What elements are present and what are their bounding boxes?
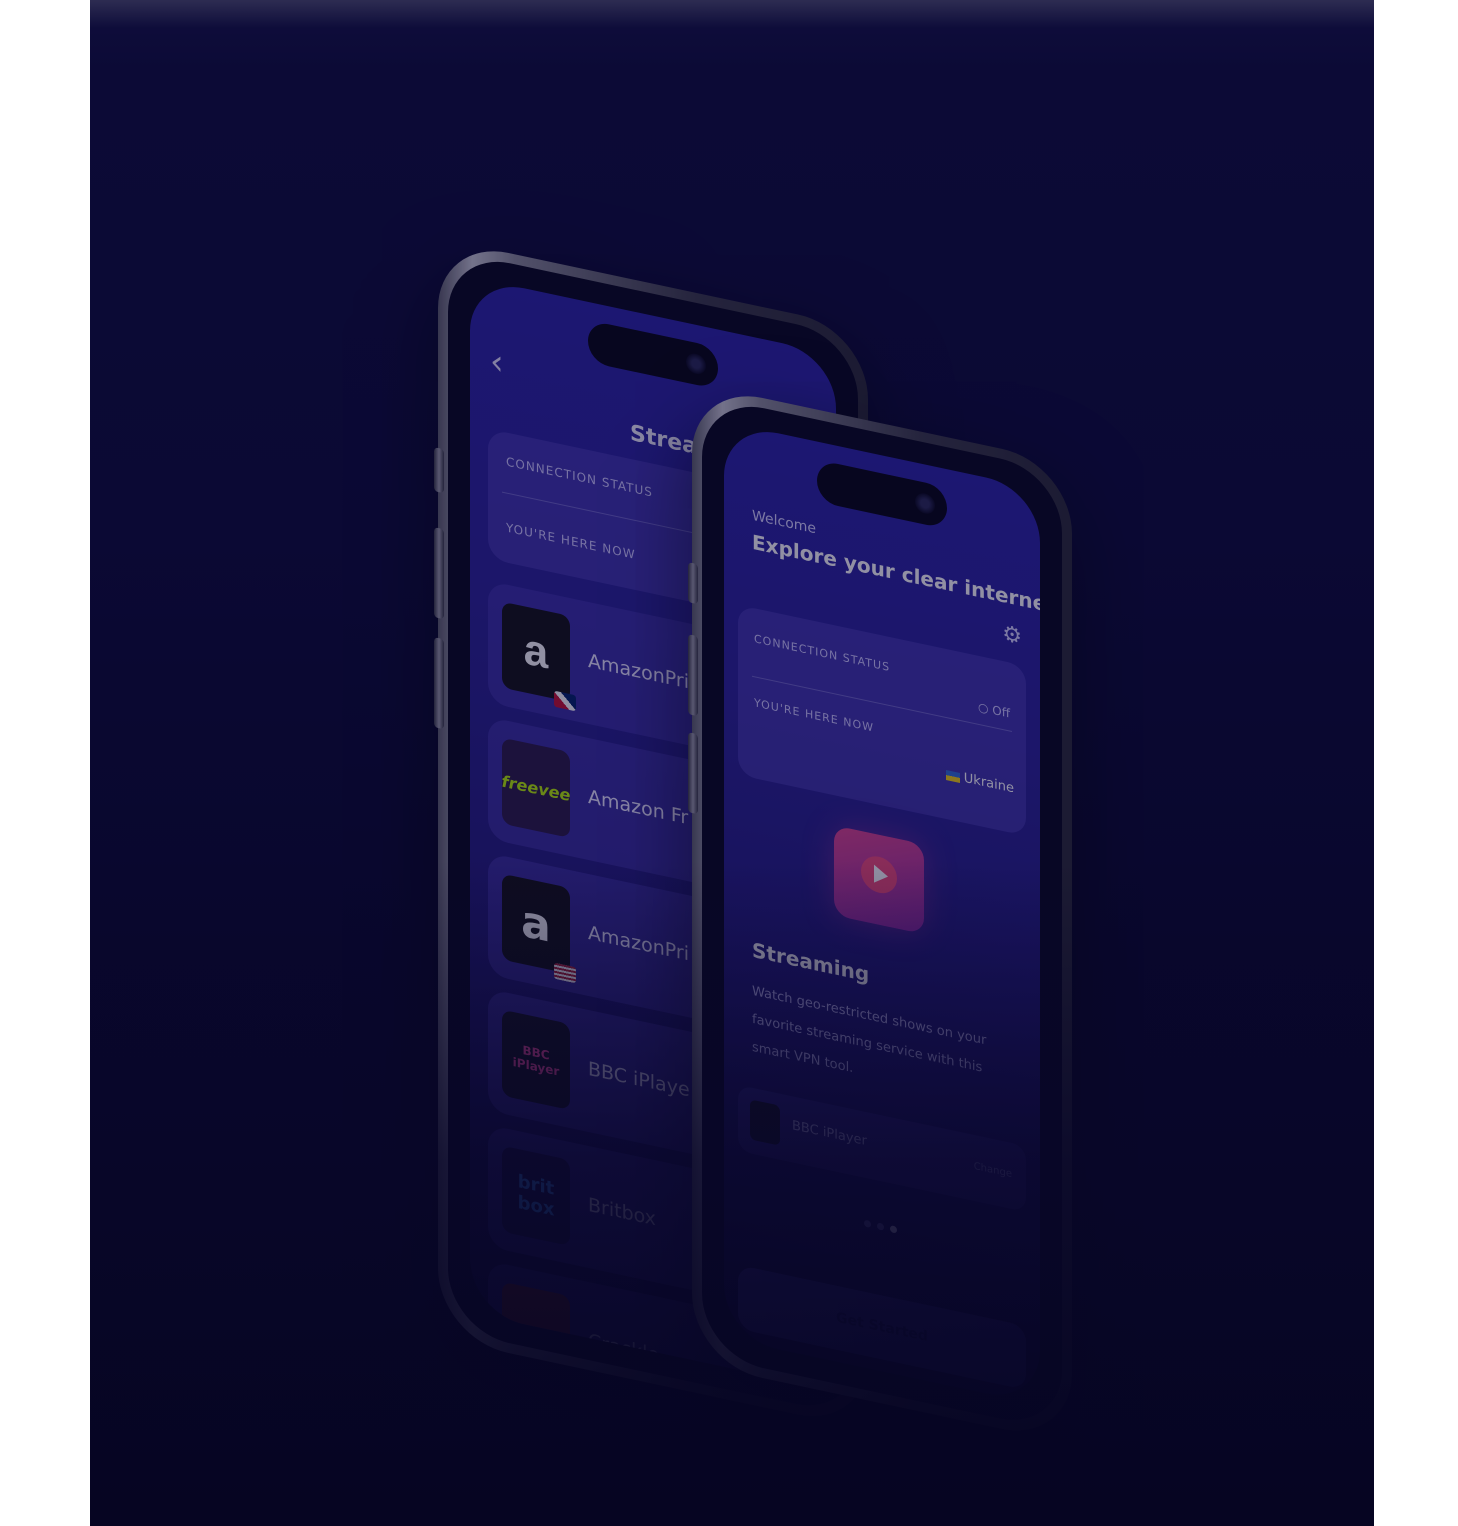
connection-status-label: Connection status bbox=[506, 454, 653, 500]
service-label: AmazonPri bbox=[588, 649, 690, 694]
uk-flag-icon bbox=[554, 690, 576, 712]
ukraine-flag-icon bbox=[945, 769, 960, 783]
location-value: Ukraine bbox=[945, 767, 1014, 797]
selected-service-label: BBC iPlayer bbox=[792, 1118, 867, 1150]
us-flag-icon bbox=[554, 962, 576, 984]
streaming-icon bbox=[834, 825, 924, 935]
phone-button bbox=[434, 637, 444, 730]
pager-dot[interactable] bbox=[890, 1225, 897, 1234]
amazon-logo-icon: a bbox=[502, 601, 576, 712]
location-label: You're here now bbox=[506, 520, 636, 562]
phone-button bbox=[434, 447, 444, 494]
play-icon bbox=[861, 852, 897, 897]
connection-card: Connection status ○ Off You're here now … bbox=[738, 604, 1026, 836]
bbc-iplayer-logo-icon bbox=[750, 1099, 780, 1146]
back-arrow-icon[interactable]: ‹ bbox=[490, 341, 504, 384]
hero-canvas: ‹ Streami Connection status You're here … bbox=[90, 0, 1374, 1526]
phone-front-screen: Welcome Explore your clear internet ⚙ Co… bbox=[724, 421, 1040, 1405]
phone-bezel: Welcome Explore your clear internet ⚙ Co… bbox=[702, 395, 1062, 1432]
bbc-iplayer-logo-icon: BBC iPlayer bbox=[502, 1009, 570, 1111]
top-noise bbox=[90, 0, 1374, 70]
connection-status-label: Connection status bbox=[754, 632, 891, 675]
pager-dot[interactable] bbox=[877, 1222, 884, 1231]
phone-button bbox=[688, 732, 698, 815]
phone-button bbox=[688, 634, 698, 717]
change-button[interactable]: Change bbox=[974, 1161, 1012, 1180]
service-label: Crackle bbox=[588, 1329, 660, 1368]
phone-front: Welcome Explore your clear internet ⚙ Co… bbox=[688, 383, 1072, 1444]
britbox-logo-icon: brit box bbox=[502, 1145, 570, 1247]
headline: Explore your clear internet bbox=[752, 529, 1040, 619]
service-label: Amazon Fr bbox=[588, 785, 689, 830]
service-label: AmazonPri bbox=[588, 921, 690, 966]
logo-text: brit box bbox=[517, 1170, 555, 1221]
logo-text: a bbox=[523, 624, 549, 679]
phone-button bbox=[434, 527, 444, 620]
location-value-text: Ukraine bbox=[963, 770, 1014, 797]
crackle-logo-icon bbox=[502, 1281, 570, 1383]
connection-value: ○ Off bbox=[978, 700, 1010, 721]
service-label: BBC iPlaye bbox=[588, 1057, 690, 1102]
logo-text: BBC iPlayer bbox=[512, 1042, 560, 1079]
location-label: You're here now bbox=[754, 696, 875, 735]
amazon-logo-icon: a bbox=[502, 873, 576, 984]
feature-title: Streaming bbox=[752, 937, 870, 987]
gear-icon[interactable]: ⚙ bbox=[1002, 621, 1022, 650]
freevee-logo-icon: freevee bbox=[501, 737, 571, 839]
logo-text: a bbox=[521, 895, 551, 953]
pager-dot[interactable] bbox=[864, 1219, 871, 1229]
connection-value-text: Off bbox=[992, 702, 1010, 721]
phone-button bbox=[688, 562, 698, 605]
pager-dots bbox=[864, 1212, 903, 1239]
logo-text: freevee bbox=[501, 771, 571, 805]
dynamic-island bbox=[588, 319, 718, 390]
power-off-icon: ○ bbox=[977, 699, 989, 717]
feature-description: Watch geo-restricted shows on your favor… bbox=[752, 983, 987, 1077]
get-started-button[interactable]: Get Started bbox=[738, 1264, 1026, 1390]
dynamic-island bbox=[817, 459, 947, 530]
service-label: Britbox bbox=[588, 1193, 656, 1231]
